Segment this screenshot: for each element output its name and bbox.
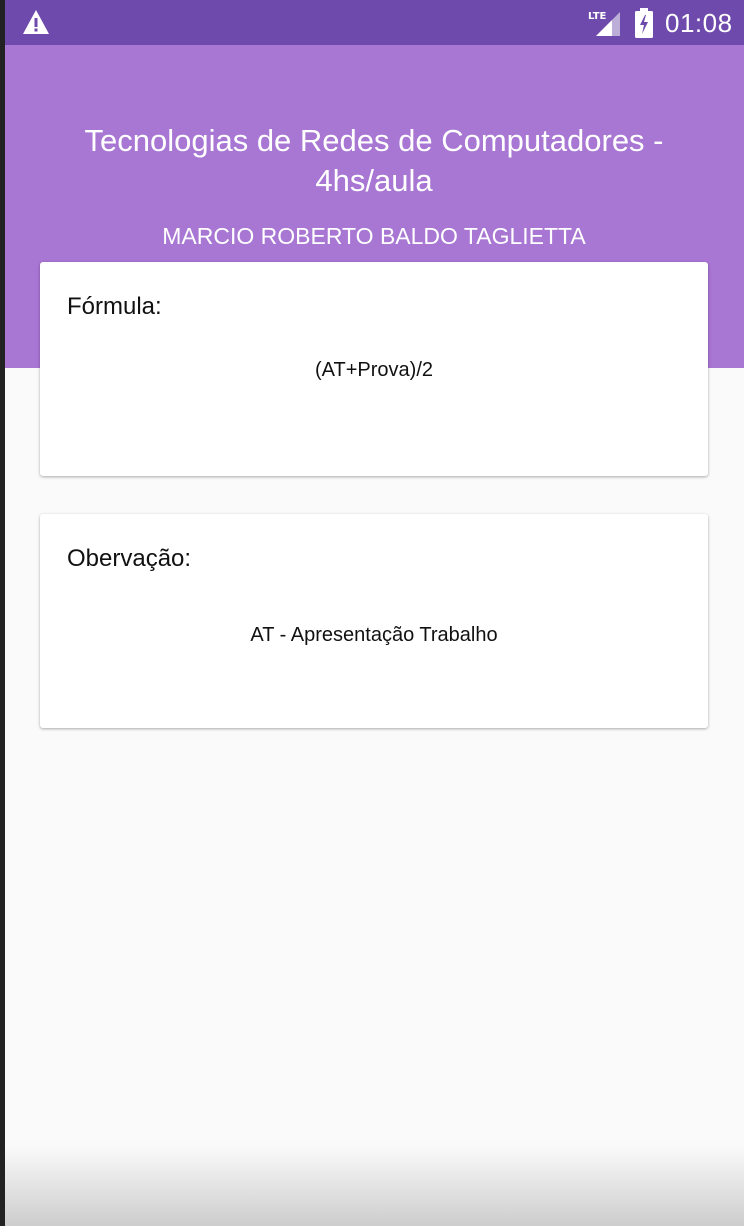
status-time: 01:08: [665, 8, 733, 38]
course-title: Tecnologias de Redes de Computadores - 4…: [84, 123, 664, 198]
battery-charging-icon: [635, 8, 653, 38]
warning-icon: [23, 10, 49, 34]
screen-edge: [0, 0, 5, 1226]
teacher-name: MARCIO ROBERTO BALDO TAGLIETTA: [162, 223, 586, 249]
formula-card: Fórmula: (AT+Prova)/2: [40, 262, 708, 476]
lte-label: LTE: [588, 11, 607, 22]
status-bar: LTE 01:08: [0, 0, 744, 45]
app-screen: LTE 01:08 Tecnologias de Redes de Comput…: [0, 0, 744, 1226]
formula-label: Fórmula:: [67, 293, 162, 320]
formula-value: (AT+Prova)/2: [315, 359, 433, 381]
observation-label: Obervação:: [67, 545, 192, 572]
lte-signal-icon: LTE: [588, 11, 620, 36]
bottom-shadow: [0, 1146, 744, 1226]
observation-card: Obervação: AT - Apresentação Trabalho: [40, 514, 708, 728]
observation-value: AT - Apresentação Trabalho: [250, 624, 498, 646]
